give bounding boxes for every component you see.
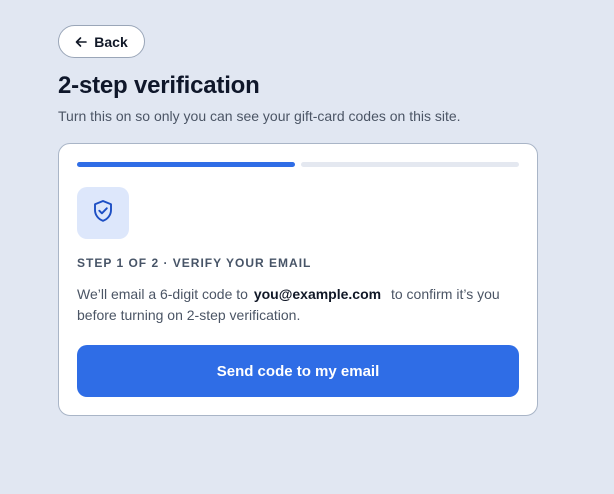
step-progress: [77, 162, 519, 167]
back-button-label: Back: [94, 33, 128, 50]
verification-card: STEP 1 OF 2 · VERIFY YOUR EMAIL We’ll em…: [58, 143, 538, 416]
progress-step-2: [301, 162, 519, 167]
shield-check-icon: [92, 199, 114, 228]
progress-step-1: [77, 162, 295, 167]
step-description: We’ll email a 6-digit code to you@exampl…: [77, 284, 517, 326]
send-code-button[interactable]: Send code to my email: [77, 345, 519, 397]
page-subtitle: Turn this on so only you can see your gi…: [58, 108, 461, 124]
page-title: 2-step verification: [58, 72, 260, 99]
back-button[interactable]: Back: [58, 25, 145, 58]
description-prefix: We’ll email a 6-digit code to: [77, 286, 248, 302]
arrow-left-icon: [75, 36, 88, 48]
email-address: you@example.com: [253, 286, 382, 302]
step-label: STEP 1 OF 2 · VERIFY YOUR EMAIL: [77, 256, 312, 270]
shield-icon-tile: [77, 187, 129, 239]
